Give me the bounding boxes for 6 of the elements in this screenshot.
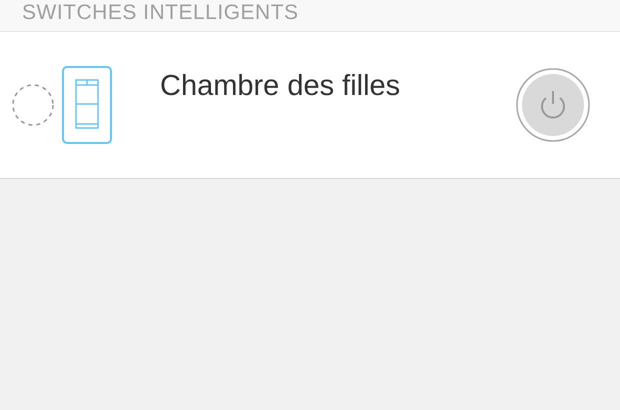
power-button[interactable]	[516, 68, 590, 142]
device-name: Chambre des filles	[160, 70, 402, 103]
section-header: SWITCHES INTELLIGENTS	[22, 2, 299, 24]
light-switch-icon	[62, 66, 112, 144]
device-row[interactable]: Chambre des filles	[0, 32, 620, 179]
selection-circle[interactable]	[12, 84, 54, 126]
